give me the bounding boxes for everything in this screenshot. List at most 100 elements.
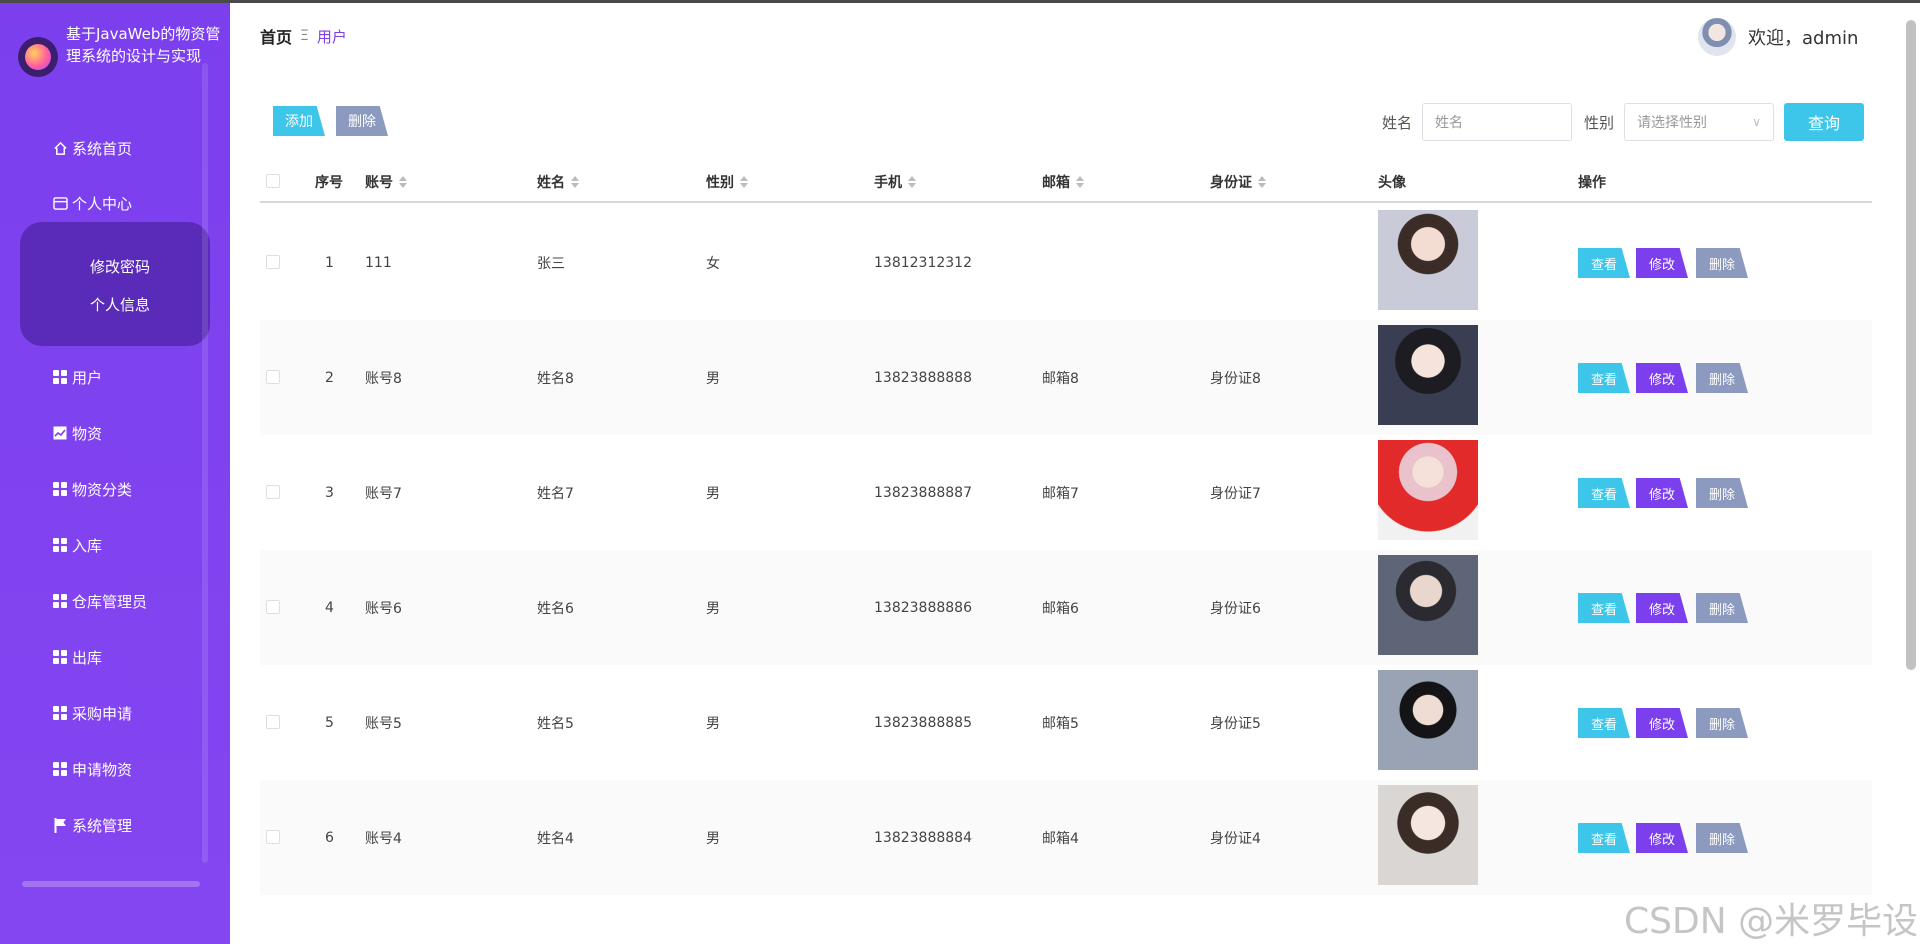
sidebar-item-label: 系统首页 bbox=[72, 139, 133, 158]
sidebar-item-stock-out[interactable]: 出库 bbox=[52, 643, 102, 671]
sidebar-item-apply-material[interactable]: 申请物资 bbox=[52, 755, 132, 783]
delete-button[interactable]: 删除 bbox=[1696, 823, 1748, 853]
name-search-input[interactable]: 姓名 bbox=[1422, 103, 1572, 141]
column-header-phone[interactable]: 手机 bbox=[874, 160, 916, 203]
row-checkbox[interactable] bbox=[266, 370, 280, 384]
delete-button[interactable]: 删除 bbox=[1696, 708, 1748, 738]
column-header-account[interactable]: 账号 bbox=[365, 160, 407, 203]
grid-icon bbox=[52, 537, 68, 553]
breadcrumb-current: 用户 bbox=[316, 27, 347, 46]
sort-icon[interactable] bbox=[1258, 175, 1266, 188]
select-all-checkbox[interactable] bbox=[266, 174, 280, 188]
page-vertical-scrollbar[interactable] bbox=[1906, 20, 1916, 670]
row-checkbox[interactable] bbox=[266, 600, 280, 614]
column-header-label: 邮箱 bbox=[1042, 174, 1070, 191]
cell-index: 4 bbox=[325, 599, 334, 616]
sort-icon[interactable] bbox=[399, 175, 407, 188]
avatar-photo bbox=[1378, 670, 1478, 770]
user-info[interactable]: 欢迎，admin bbox=[1698, 18, 1858, 56]
cell-name: 姓名5 bbox=[537, 715, 574, 732]
sidebar-item-materials[interactable]: 物资 bbox=[52, 419, 102, 447]
avatar[interactable] bbox=[1698, 18, 1736, 56]
column-header-name[interactable]: 姓名 bbox=[537, 160, 579, 203]
cell-name: 张三 bbox=[537, 255, 565, 272]
gender-select[interactable]: 请选择性别 ∨ bbox=[1624, 103, 1774, 141]
sidebar-item-warehouse-admin[interactable]: 仓库管理员 bbox=[52, 587, 147, 615]
cell-phone: 13823888886 bbox=[874, 599, 972, 616]
cell-account: 账号4 bbox=[365, 830, 402, 847]
cell-idcard: 身份证4 bbox=[1210, 830, 1261, 847]
column-header-label: 性别 bbox=[706, 174, 734, 191]
query-button[interactable]: 查询 bbox=[1784, 103, 1864, 141]
sidebar-item-personal-center[interactable]: 个人中心 bbox=[52, 189, 132, 217]
cell-index: 2 bbox=[325, 369, 334, 386]
edit-button[interactable]: 修改 bbox=[1636, 478, 1688, 508]
breadcrumb-home[interactable]: 首页 bbox=[260, 24, 292, 48]
view-button[interactable]: 查看 bbox=[1578, 363, 1630, 393]
welcome-text: 欢迎，admin bbox=[1748, 28, 1859, 49]
view-button[interactable]: 查看 bbox=[1578, 593, 1630, 623]
view-button[interactable]: 查看 bbox=[1578, 708, 1630, 738]
delete-button[interactable]: 删除 bbox=[1696, 248, 1748, 278]
row-checkbox[interactable] bbox=[266, 485, 280, 499]
cell-account: 账号6 bbox=[365, 600, 402, 617]
breadcrumb-separator: Ξ bbox=[300, 28, 309, 44]
sidebar-item-stock-in[interactable]: 入库 bbox=[52, 531, 102, 559]
sort-icon[interactable] bbox=[571, 175, 579, 188]
edit-button[interactable]: 修改 bbox=[1636, 593, 1688, 623]
column-header-label: 头像 bbox=[1378, 174, 1406, 191]
sidebar-vertical-scrollbar[interactable] bbox=[202, 63, 208, 863]
cell-account: 账号5 bbox=[365, 715, 402, 732]
gender-select-placeholder: 请选择性别 bbox=[1637, 115, 1707, 131]
batch-delete-button[interactable]: 删除 bbox=[336, 106, 388, 136]
avatar-photo bbox=[1378, 785, 1478, 885]
name-filter-label: 姓名 bbox=[1382, 114, 1413, 132]
cell-phone: 13823888887 bbox=[874, 484, 972, 501]
sidebar-item-label: 个人中心 bbox=[72, 194, 133, 213]
cell-idcard: 身份证8 bbox=[1210, 370, 1261, 387]
column-header-idcard[interactable]: 身份证 bbox=[1210, 160, 1266, 203]
edit-button[interactable]: 修改 bbox=[1636, 823, 1688, 853]
cell-index: 6 bbox=[325, 829, 334, 846]
row-checkbox[interactable] bbox=[266, 715, 280, 729]
grid-icon bbox=[52, 369, 68, 385]
submenu-item-change-password[interactable]: 修改密码 bbox=[90, 256, 150, 277]
row-checkbox[interactable] bbox=[266, 255, 280, 269]
view-button[interactable]: 查看 bbox=[1578, 248, 1630, 278]
cell-email: 邮箱6 bbox=[1042, 600, 1079, 617]
column-header-email[interactable]: 邮箱 bbox=[1042, 160, 1084, 203]
grid-icon bbox=[52, 481, 68, 497]
column-header-gender[interactable]: 性别 bbox=[706, 160, 748, 203]
sidebar-item-home[interactable]: 系统首页 bbox=[52, 134, 132, 162]
cell-gender: 女 bbox=[706, 255, 720, 272]
row-checkbox[interactable] bbox=[266, 830, 280, 844]
sidebar-item-material-category[interactable]: 物资分类 bbox=[52, 475, 132, 503]
delete-button[interactable]: 删除 bbox=[1696, 363, 1748, 393]
view-button[interactable]: 查看 bbox=[1578, 823, 1630, 853]
cell-account: 111 bbox=[365, 254, 392, 271]
edit-button[interactable]: 修改 bbox=[1636, 363, 1688, 393]
delete-button[interactable]: 删除 bbox=[1696, 593, 1748, 623]
sort-icon[interactable] bbox=[908, 175, 916, 188]
sidebar-horizontal-scrollbar[interactable] bbox=[22, 881, 200, 887]
edit-button[interactable]: 修改 bbox=[1636, 708, 1688, 738]
cell-gender: 男 bbox=[706, 830, 720, 847]
chart-icon bbox=[52, 425, 68, 441]
cell-name: 姓名7 bbox=[537, 485, 574, 502]
cell-gender: 男 bbox=[706, 485, 720, 502]
submenu-item-personal-info[interactable]: 个人信息 bbox=[90, 294, 150, 315]
sidebar-item-label: 系统管理 bbox=[72, 816, 133, 835]
sort-icon[interactable] bbox=[740, 175, 748, 188]
sidebar-item-purchase-request[interactable]: 采购申请 bbox=[52, 699, 132, 727]
sidebar-item-label: 入库 bbox=[72, 536, 103, 555]
edit-button[interactable]: 修改 bbox=[1636, 248, 1688, 278]
delete-button[interactable]: 删除 bbox=[1696, 478, 1748, 508]
sort-icon[interactable] bbox=[1076, 175, 1084, 188]
flag-icon bbox=[52, 817, 68, 833]
sidebar-item-users[interactable]: 用户 bbox=[52, 363, 102, 391]
column-header-label: 账号 bbox=[365, 174, 393, 191]
view-button[interactable]: 查看 bbox=[1578, 478, 1630, 508]
grid-icon bbox=[52, 761, 68, 777]
add-button[interactable]: 添加 bbox=[273, 106, 325, 136]
sidebar-item-system-management[interactable]: 系统管理 bbox=[52, 811, 132, 839]
